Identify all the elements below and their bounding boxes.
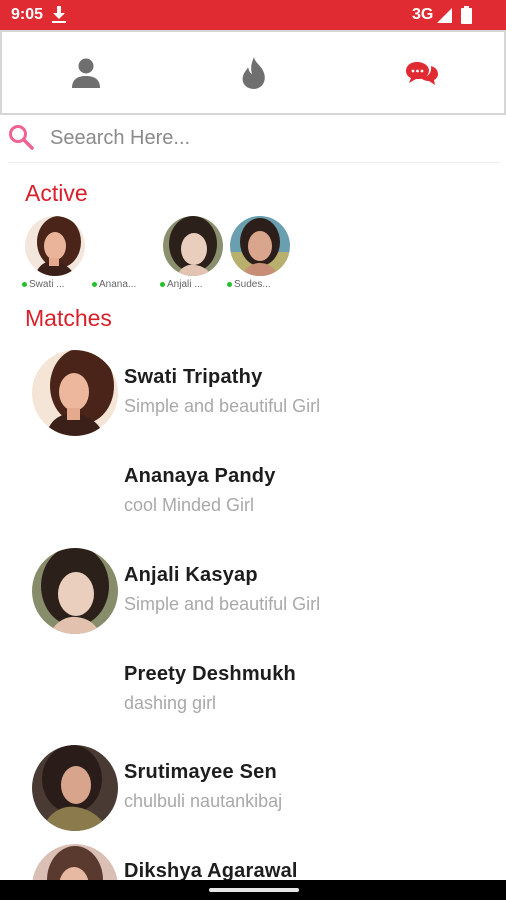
match-bio: Simple and beautiful Girl [124, 594, 321, 614]
active-section-title: Active [25, 180, 88, 206]
active-users-row: Swati ... Anana... Anjali ... Sudes... [22, 214, 502, 296]
online-indicator [160, 282, 165, 287]
search-icon[interactable] [8, 124, 34, 150]
system-nav-bar [0, 880, 506, 900]
active-user[interactable]: Swati ... [22, 214, 90, 294]
active-user[interactable]: Anana... [92, 214, 160, 294]
search-input[interactable] [50, 121, 480, 155]
tab-chats[interactable] [338, 32, 506, 113]
avatar [32, 745, 118, 831]
match-name: Preety Deshmukh [124, 663, 296, 685]
match-name: Ananaya Pandy [124, 465, 276, 487]
network-type: 3G [412, 6, 434, 23]
match-name: Anjali Kasyap [124, 564, 258, 586]
avatar [230, 216, 290, 276]
online-indicator [92, 282, 97, 287]
match-list-item[interactable]: Srutimayee Sen chulbuli nautankibaj [30, 743, 500, 835]
active-user[interactable]: Sudes... [227, 214, 295, 294]
signal-icon [437, 8, 452, 23]
match-name: Srutimayee Sen [124, 761, 277, 783]
match-list-item[interactable]: Ananaya Pandy cool Minded Girl [30, 447, 500, 539]
tab-bar [0, 30, 506, 115]
battery-icon [461, 6, 472, 24]
match-bio: chulbuli nautankibaj [124, 791, 283, 811]
avatar [25, 216, 85, 276]
avatar [32, 350, 118, 436]
active-user-label: Swati ... [29, 279, 65, 290]
match-list-item[interactable]: Preety Deshmukh dashing girl [30, 645, 500, 737]
match-list-item[interactable]: Swati Tripathy Simple and beautiful Girl [30, 348, 500, 440]
match-bio: Simple and beautiful Girl [124, 396, 321, 416]
match-list-item[interactable]: Anjali Kasyap Simple and beautiful Girl [30, 546, 500, 638]
status-bar: 9:05 3G [0, 0, 506, 30]
search-bar [0, 115, 506, 161]
matches-section-title: Matches [25, 305, 112, 331]
active-user-label: Anana... [99, 279, 137, 290]
online-indicator [22, 282, 27, 287]
match-name: Swati Tripathy [124, 366, 263, 388]
active-user-label: Sudes... [234, 279, 271, 290]
chat-bubbles-icon [406, 61, 438, 85]
home-gesture-handle[interactable] [209, 888, 299, 892]
match-bio: dashing girl [124, 693, 217, 713]
online-indicator [227, 282, 232, 287]
search-divider [8, 162, 500, 163]
active-user-label: Anjali ... [167, 279, 203, 290]
avatar [163, 216, 223, 276]
flame-icon [242, 56, 265, 89]
active-user[interactable]: Anjali ... [160, 214, 228, 294]
tab-discover[interactable] [170, 32, 338, 113]
avatar [32, 548, 118, 634]
download-icon [52, 6, 66, 23]
person-icon [72, 58, 100, 88]
status-time: 9:05 [11, 6, 44, 23]
tab-profile[interactable] [2, 32, 170, 113]
match-bio: cool Minded Girl [124, 495, 255, 515]
